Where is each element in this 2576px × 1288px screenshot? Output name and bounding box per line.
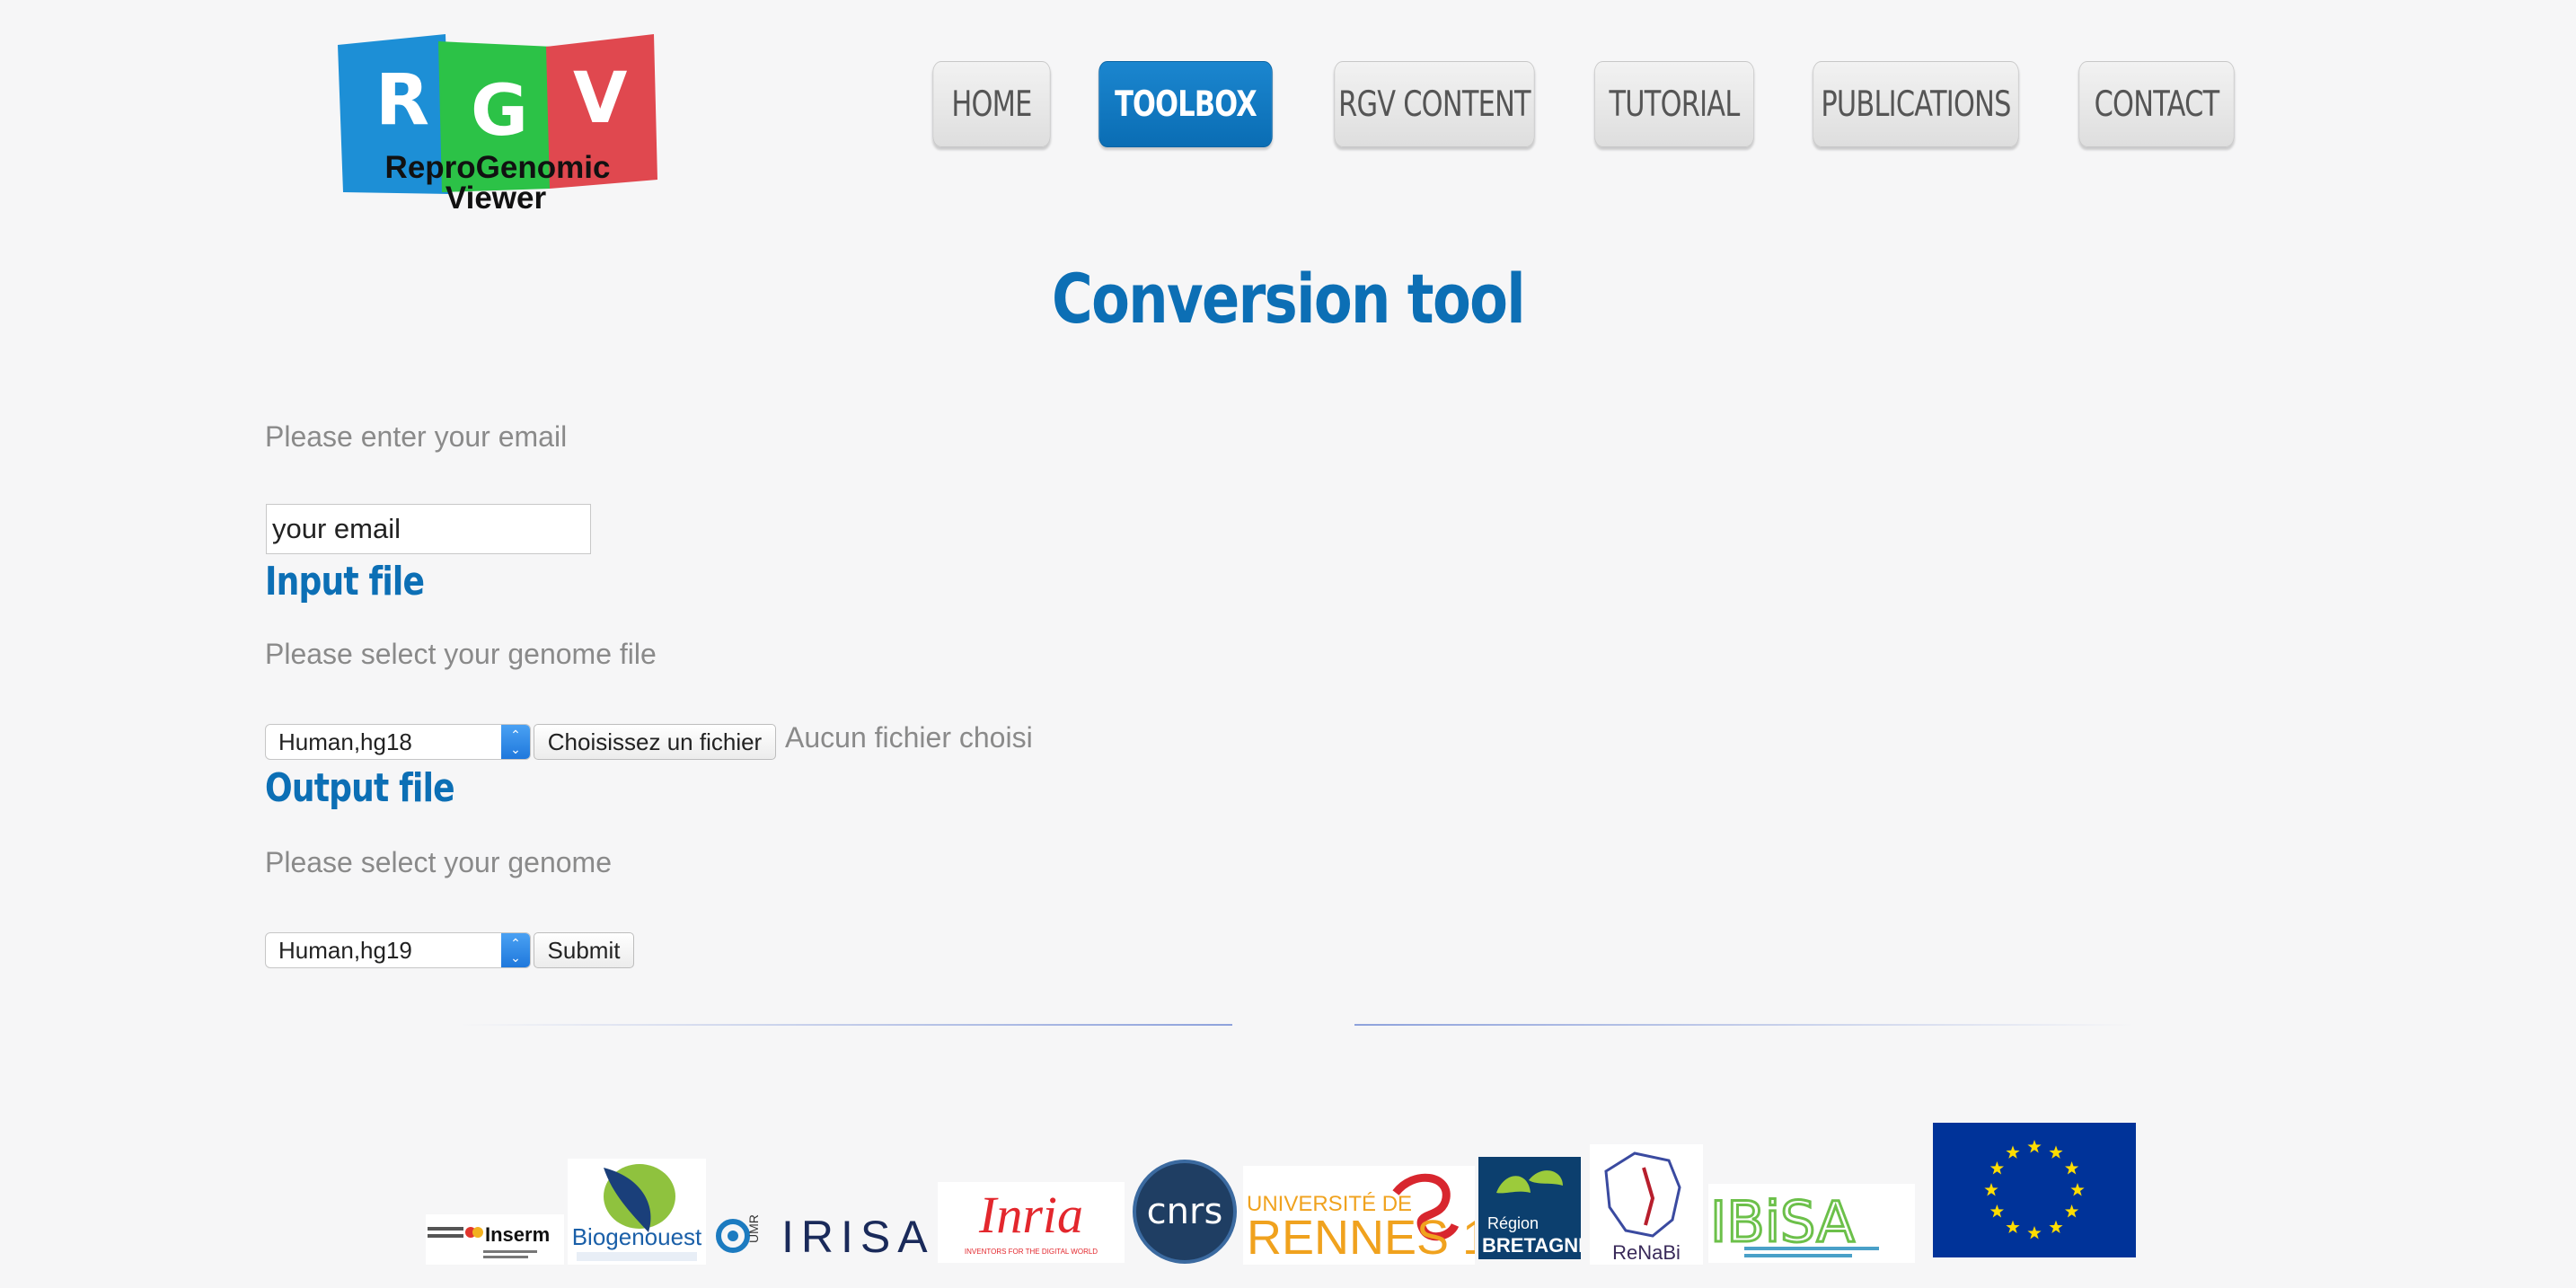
output-file-heading: Output file xyxy=(265,765,455,811)
input-file-heading: Input file xyxy=(265,559,425,604)
email-prompt: Please enter your email xyxy=(265,420,568,453)
svg-text:Région: Région xyxy=(1487,1214,1539,1232)
svg-text:Biogenouest: Biogenouest xyxy=(572,1223,702,1250)
biogenouest-logo[interactable]: Biogenouest xyxy=(568,1159,706,1265)
submit-button[interactable]: Submit xyxy=(534,932,634,968)
inserm-logo[interactable]: Inserm xyxy=(426,1214,564,1265)
svg-text:IRISA: IRISA xyxy=(781,1212,932,1262)
input-file-prompt: Please select your genome file xyxy=(265,638,657,670)
nav-tutorial[interactable]: TUTORIAL xyxy=(1594,61,1754,147)
eu-flag-logo[interactable] xyxy=(1933,1123,2136,1257)
svg-text:RENNES 1: RENNES 1 xyxy=(1247,1211,1475,1265)
logo-line2: Viewer xyxy=(446,181,547,214)
svg-text:IBiSA: IBiSA xyxy=(1710,1189,1855,1255)
rennes1-logo[interactable]: UNIVERSITÉ DE RENNES 1 xyxy=(1243,1166,1475,1265)
output-genome-prompt: Please select your genome xyxy=(265,846,612,878)
svg-text:BRETAGNE: BRETAGNE xyxy=(1482,1234,1581,1257)
ibisa-logo[interactable]: IBiSA xyxy=(1708,1184,1915,1263)
email-input[interactable] xyxy=(266,504,591,554)
choose-file-button[interactable]: Choisissez un fichier xyxy=(534,724,776,760)
svg-text:Inria: Inria xyxy=(978,1186,1083,1244)
output-genome-select[interactable]: Human,hg19 ⌃ ⌄ xyxy=(265,932,531,968)
svg-text:UMR: UMR xyxy=(746,1214,761,1243)
irisa-logo[interactable]: UMR IRISA xyxy=(711,1200,932,1265)
input-genome-select[interactable]: Human,hg18 ⌃ ⌄ xyxy=(265,724,531,760)
logo-letter-g: G xyxy=(471,71,528,152)
file-status: Aucun fichier choisi xyxy=(785,721,1033,754)
nav-toolbox[interactable]: TOOLBOX xyxy=(1098,61,1273,147)
divider-left xyxy=(458,1024,1232,1026)
region-bretagne-logo[interactable]: Région BRETAGNE xyxy=(1478,1157,1581,1259)
nav-rgv-content[interactable]: RGV CONTENT xyxy=(1334,61,1535,147)
nav-publications[interactable]: PUBLICATIONS xyxy=(1813,61,2019,147)
svg-text:cnrs: cnrs xyxy=(1147,1191,1223,1232)
svg-text:ReNaBi: ReNaBi xyxy=(1612,1241,1681,1264)
select-arrows-icon: ⌃ ⌄ xyxy=(501,725,530,759)
inria-logo[interactable]: Inria INVENTORS FOR THE DIGITAL WORLD xyxy=(938,1182,1125,1263)
renabi-logo[interactable]: ReNaBi xyxy=(1590,1144,1703,1265)
divider-right xyxy=(1354,1024,2136,1026)
svg-text:Inserm: Inserm xyxy=(485,1223,550,1246)
output-genome-value: Human,hg19 xyxy=(278,936,412,964)
cnrs-logo[interactable]: cnrs xyxy=(1132,1159,1238,1265)
logo-letter-v: V xyxy=(573,58,627,139)
logo-letter-r: R xyxy=(375,60,429,141)
svg-text:INVENTORS FOR THE DIGITAL WORL: INVENTORS FOR THE DIGITAL WORLD xyxy=(965,1248,1098,1256)
nav-contact[interactable]: CONTACT xyxy=(2078,61,2235,147)
nav-home[interactable]: HOME xyxy=(932,61,1051,147)
input-genome-value: Human,hg18 xyxy=(278,728,412,755)
rgv-logo[interactable]: R G V ReproGenomic Viewer xyxy=(338,34,657,214)
page-title: Conversion tool xyxy=(1051,259,1526,339)
select-arrows-icon: ⌃ ⌄ xyxy=(501,933,530,967)
